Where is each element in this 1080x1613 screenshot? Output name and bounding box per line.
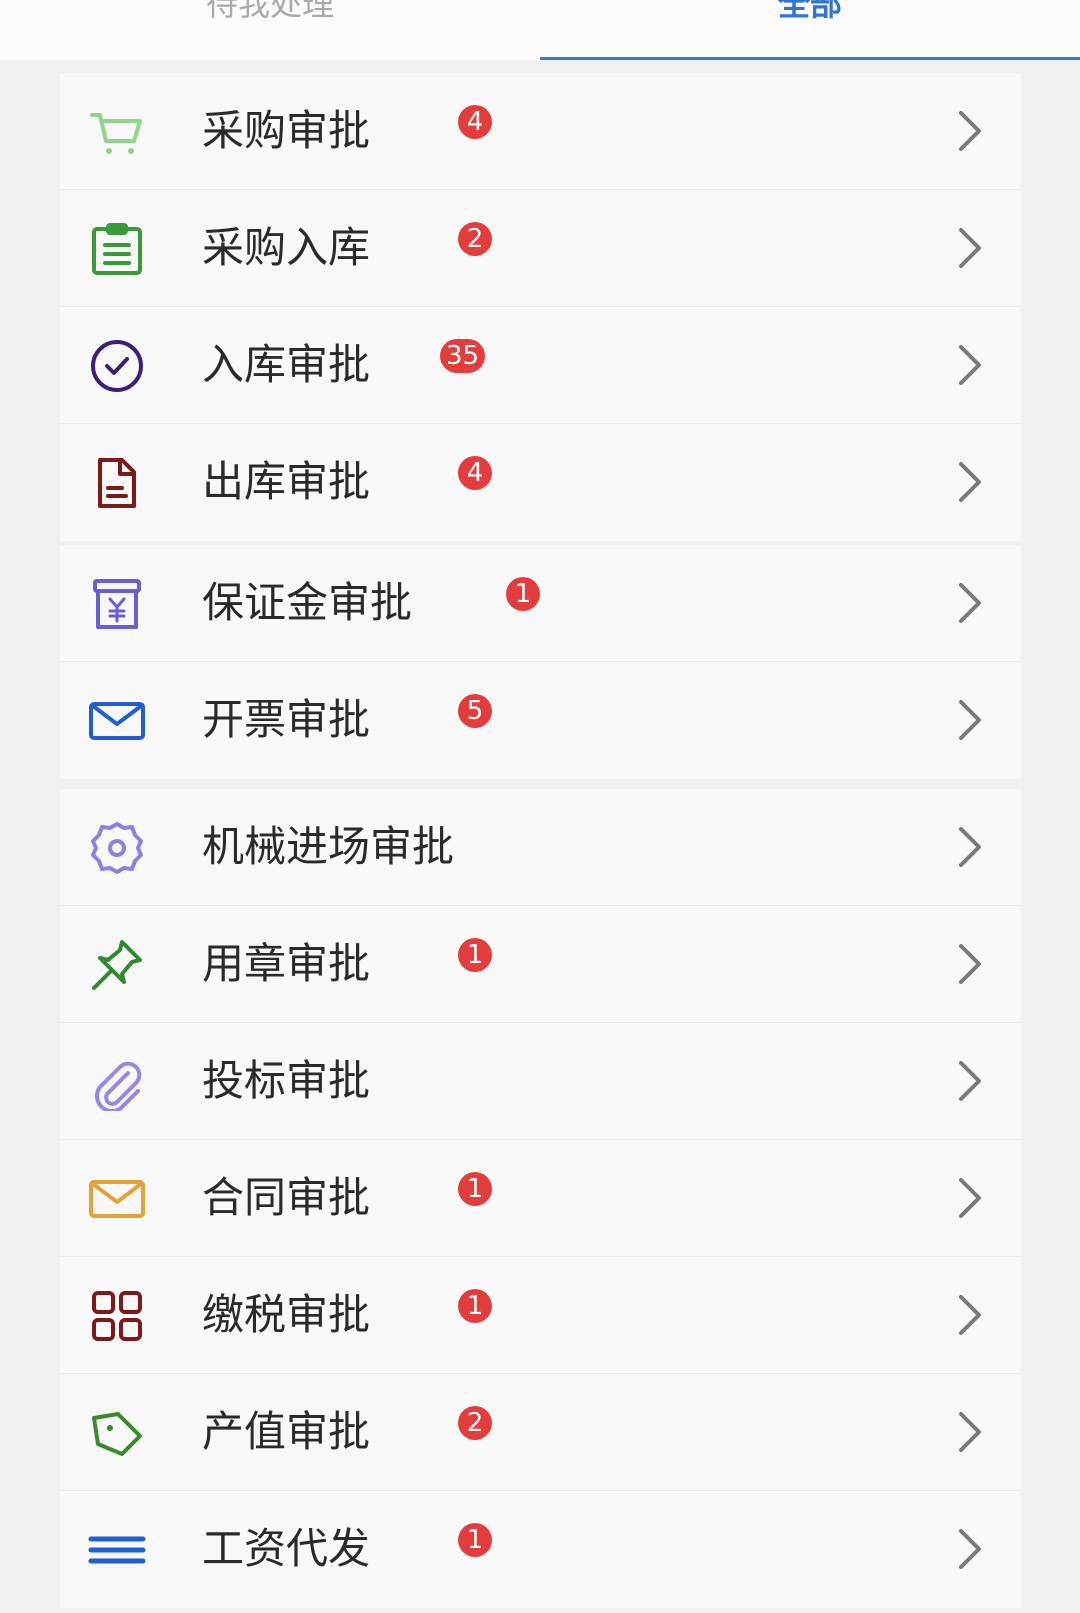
approval-group: 采购审批 4 采购入库 2 入库审批 35 出库审批 4 [60,73,1021,541]
count-badge: 1 [458,938,492,972]
chevron-right-icon [955,698,985,742]
list-item-label: 产值审批 [202,1407,371,1456]
gear-icon [88,819,146,877]
approval-group: 保证金审批 1 开票审批 5 [60,545,1021,779]
list-item-label: 入库审批 [202,340,371,389]
list-item[interactable]: 合同审批 1 [60,1140,1021,1257]
list-item-label: 用章审批 [202,939,371,988]
list-item-label: 投标审批 [202,1056,371,1105]
list-item[interactable]: 保证金审批 1 [60,545,1021,662]
chevron-right-icon [955,1527,985,1571]
count-badge: 1 [458,1289,492,1323]
document-icon [88,454,146,512]
envelope-icon [88,692,146,750]
list-item[interactable]: 采购入库 2 [60,190,1021,307]
count-badge: 2 [458,222,492,256]
list-item-label: 保证金审批 [202,578,413,627]
chevron-right-icon [955,1410,985,1454]
count-badge: 2 [458,1406,492,1440]
chevron-right-icon [955,226,985,270]
list-item[interactable]: 开票审批 5 [60,662,1021,779]
chevron-right-icon [955,343,985,387]
count-badge: 4 [458,456,492,490]
list-item-label: 开票审批 [202,695,371,744]
yuan-box-icon [88,575,146,633]
tab-pending[interactable]: 待我处理 [0,0,540,60]
list-item[interactable]: 出库审批 4 [60,424,1021,541]
check-circle-icon [88,337,146,395]
paperclip-icon [88,1053,146,1111]
list-item[interactable]: 采购审批 4 [60,73,1021,190]
list-item[interactable]: 用章审批 1 [60,906,1021,1023]
pin-icon [88,936,146,994]
shopping-cart-icon [88,103,146,161]
count-badge: 35 [440,339,486,373]
list-item-label: 出库审批 [202,457,371,506]
count-badge: 1 [506,577,540,611]
clipboard-list-icon [88,220,146,278]
list-item-label: 采购入库 [202,223,371,272]
list-item[interactable]: 缴税审批 1 [60,1257,1021,1374]
tab-all[interactable]: 全部 [540,0,1080,60]
count-badge: 4 [458,105,492,139]
chevron-right-icon [955,109,985,153]
chevron-right-icon [955,581,985,625]
list-item-label: 合同审批 [202,1173,371,1222]
approval-group: 机械进场审批 用章审批 1 投标审批合同审批 1 缴税审批 1 产值审批 2 工资代发 1 [60,789,1021,1608]
list-item-label: 缴税审批 [202,1290,371,1339]
count-badge: 5 [458,694,492,728]
tab-bar: 待我处理 全部 [0,0,1080,60]
chevron-right-icon [955,1059,985,1103]
list-item[interactable]: 产值审批 2 [60,1374,1021,1491]
list-item-label: 机械进场审批 [202,822,455,871]
chevron-right-icon [955,460,985,504]
chevron-right-icon [955,1293,985,1337]
chevron-right-icon [955,942,985,986]
count-badge: 1 [458,1523,492,1557]
tab-label: 待我处理 [205,0,334,23]
list-item-label: 采购审批 [202,106,371,155]
count-badge: 1 [458,1172,492,1206]
list-item-label: 工资代发 [202,1524,371,1573]
chevron-right-icon [955,825,985,869]
list-item[interactable]: 机械进场审批 [60,789,1021,906]
tab-label: 全部 [777,0,842,23]
menu-lines-icon [88,1521,146,1579]
chevron-right-icon [955,1176,985,1220]
envelope-icon [88,1170,146,1228]
list-item[interactable]: 工资代发 1 [60,1491,1021,1608]
tag-icon [88,1404,146,1462]
grid-icon [88,1287,146,1345]
list-item[interactable]: 投标审批 [60,1023,1021,1140]
list-item[interactable]: 入库审批 35 [60,307,1021,424]
approval-list-page: 待我处理 全部 采购审批 4 采购入库 2 入库审批 35 出库审批 4 保证金审批 1 开票审批 5… [0,0,1080,1613]
